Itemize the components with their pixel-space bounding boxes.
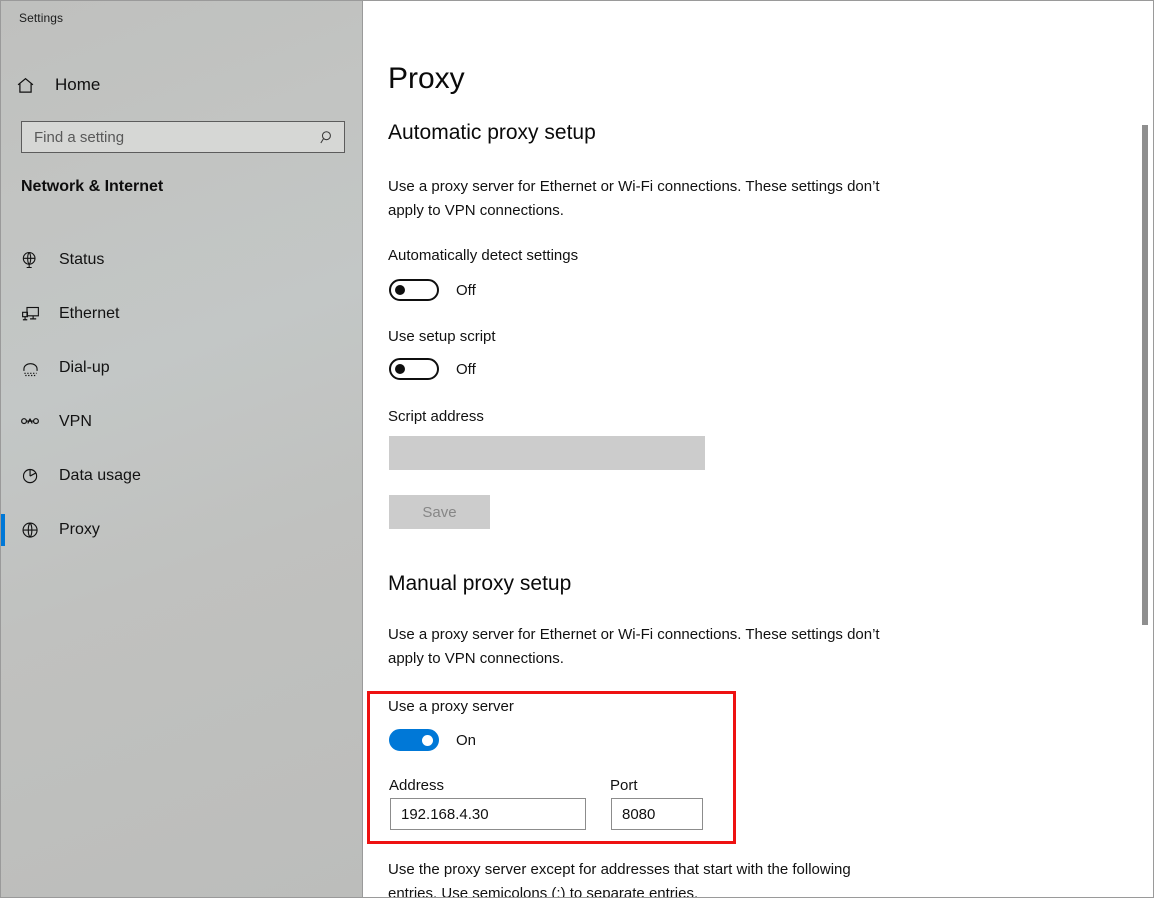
sidebar-item-ethernet[interactable]: Ethernet xyxy=(1,287,363,341)
use-proxy-toggle[interactable] xyxy=(389,729,439,751)
setup-script-toggle-row[interactable]: Off xyxy=(389,358,476,380)
sidebar-item-dial-up-label: Dial-up xyxy=(59,359,110,376)
pie-chart-icon xyxy=(5,466,55,487)
sidebar-section-title: Network & Internet xyxy=(21,178,164,195)
sidebar-item-proxy-label: Proxy xyxy=(59,521,100,538)
auto-detect-toggle-row[interactable]: Off xyxy=(389,279,476,301)
auto-detect-state: Off xyxy=(456,281,476,299)
app-title: Settings xyxy=(19,11,64,25)
selection-indicator xyxy=(1,298,5,330)
automatic-proxy-description: Use a proxy server for Ethernet or Wi-Fi… xyxy=(388,178,880,219)
sidebar-item-vpn[interactable]: VPN xyxy=(1,395,363,449)
selection-indicator xyxy=(1,460,5,492)
auto-detect-label: Automatically detect settings xyxy=(388,247,579,264)
sidebar-item-status-label: Status xyxy=(59,251,105,268)
sidebar-item-ethernet-label: Ethernet xyxy=(59,305,120,322)
sidebar: Settings Home Network & Internet xyxy=(1,1,363,897)
address-input[interactable] xyxy=(390,798,586,830)
use-proxy-state: On xyxy=(456,731,477,749)
sidebar-nav: Status Ethernet Dial-up VPN Data usage P… xyxy=(1,233,363,557)
search-input[interactable] xyxy=(22,128,310,146)
script-address-label: Script address xyxy=(388,408,484,425)
sidebar-item-home-label: Home xyxy=(55,75,101,94)
use-proxy-toggle-row[interactable]: On xyxy=(389,729,476,751)
scrollbar-thumb[interactable] xyxy=(1142,125,1148,625)
page-title: Proxy xyxy=(388,62,465,95)
sidebar-item-data-usage-label: Data usage xyxy=(59,467,141,484)
selection-indicator xyxy=(1,352,5,384)
globe-icon xyxy=(5,250,55,270)
globe-icon xyxy=(5,520,55,541)
ethernet-icon xyxy=(5,304,55,325)
search-icon[interactable] xyxy=(310,129,344,146)
sidebar-item-data-usage[interactable]: Data usage xyxy=(1,449,363,503)
selection-indicator xyxy=(1,244,5,276)
script-address-input xyxy=(389,436,705,470)
setup-script-label: Use setup script xyxy=(388,328,496,345)
setup-script-toggle[interactable] xyxy=(389,358,439,380)
auto-detect-toggle[interactable] xyxy=(389,279,439,301)
save-button: Save xyxy=(389,495,490,529)
vpn-icon xyxy=(5,411,55,433)
sidebar-item-home[interactable]: Home xyxy=(1,65,363,105)
settings-window: Settings Home Network & Internet xyxy=(0,0,1154,898)
sidebar-item-dial-up[interactable]: Dial-up xyxy=(1,341,363,395)
sidebar-item-status[interactable]: Status xyxy=(1,233,363,287)
sidebar-item-vpn-label: VPN xyxy=(59,413,92,430)
setup-script-state: Off xyxy=(456,360,476,378)
selection-indicator xyxy=(1,514,5,546)
home-icon xyxy=(1,75,49,96)
sidebar-item-proxy[interactable]: Proxy xyxy=(1,503,363,557)
automatic-proxy-heading: Automatic proxy setup xyxy=(388,121,596,144)
dialup-icon xyxy=(5,358,55,379)
port-input[interactable] xyxy=(611,798,703,830)
search-box[interactable] xyxy=(21,121,345,153)
selection-indicator xyxy=(1,406,5,438)
